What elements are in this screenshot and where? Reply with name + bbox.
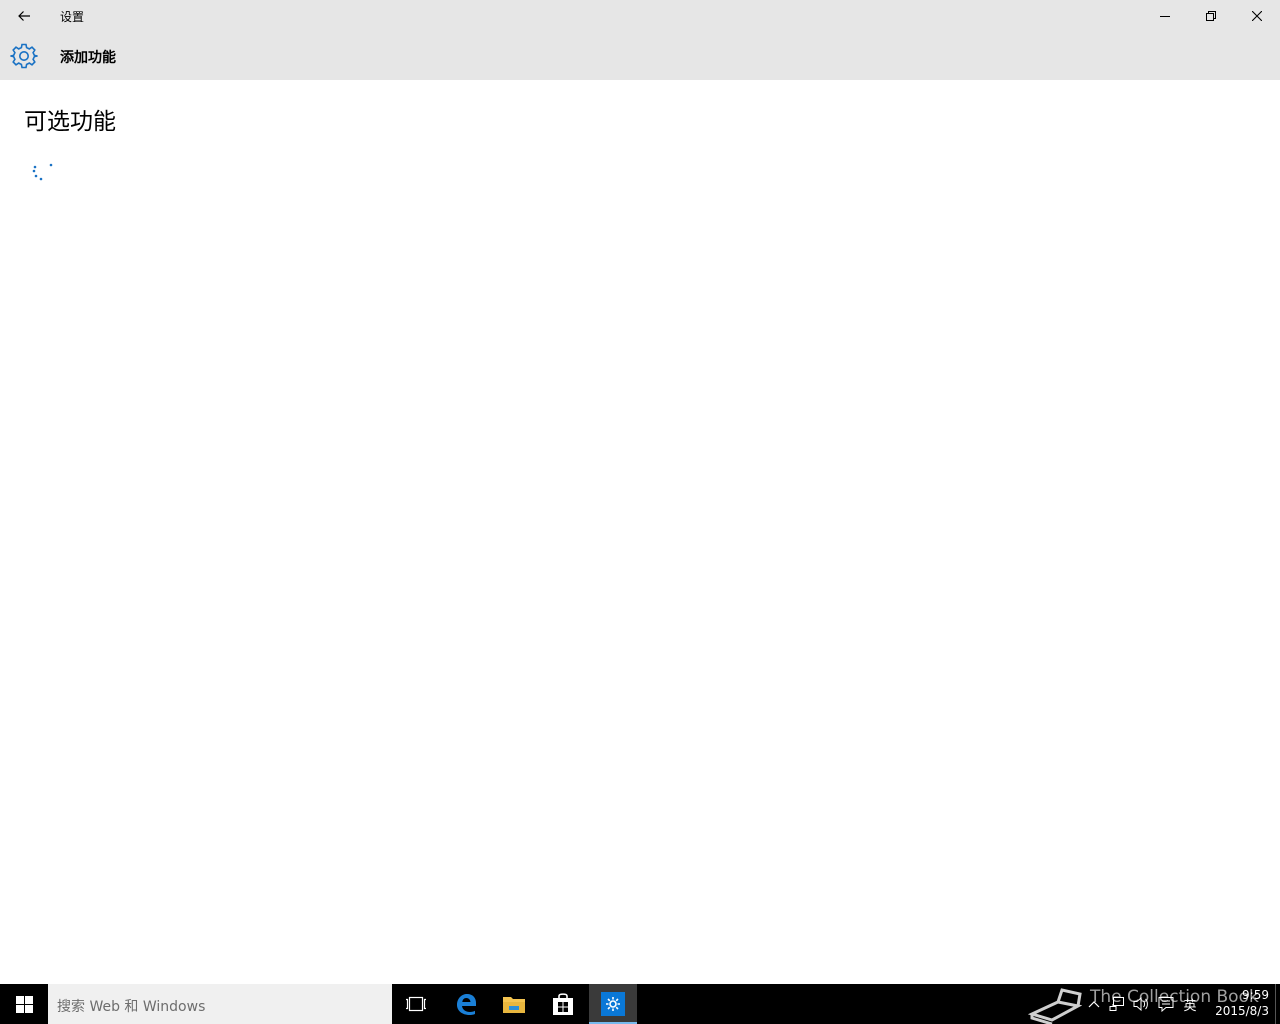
back-arrow-icon [18,11,30,21]
edge-icon [457,994,476,1015]
clock-time: 9:59 [1242,988,1269,1002]
gear-icon [10,43,38,69]
restore-icon [1206,11,1216,21]
close-icon [1252,11,1262,21]
close-button[interactable] [1234,0,1280,32]
minimize-icon [1160,16,1170,17]
window-title: 设置 [60,10,85,24]
search-placeholder: 搜索 Web 和 Windows [57,999,206,1015]
minimize-button[interactable] [1142,0,1188,32]
task-view-icon [406,996,426,1012]
store-icon [553,993,573,1015]
network-icon [1109,997,1124,1011]
task-view-button[interactable] [392,984,440,1024]
loading-spinner-icon [32,163,53,181]
book-logo-icon [1028,988,1082,1024]
action-center-button[interactable] [1155,984,1177,1024]
clock-date: 2015/8/3 [1215,1004,1269,1018]
start-button[interactable] [0,984,48,1024]
settings-header: 添加功能 [0,32,1280,80]
settings-taskbar-button[interactable] [589,984,637,1024]
restore-button[interactable] [1188,0,1234,32]
input-method-indicator[interactable]: 英 [1180,984,1200,1024]
windows-logo-icon [15,995,33,1013]
edge-button[interactable] [442,984,490,1024]
store-button[interactable] [539,984,587,1024]
taskbar: 搜索 Web 和 Windows The Collection Book 英 9… [0,984,1280,1024]
action-center-icon [1158,997,1174,1012]
show-desktop-button[interactable] [1275,984,1280,1024]
volume-icon [1133,996,1148,1012]
search-box[interactable]: 搜索 Web 和 Windows [48,984,392,1024]
settings-icon [601,992,625,1016]
clock[interactable]: 9:59 2015/8/3 [1203,987,1269,1019]
page-title: 可选功能 [24,109,116,135]
header-title: 添加功能 [60,50,116,66]
back-button[interactable] [0,0,48,32]
file-explorer-button[interactable] [490,984,538,1024]
title-bar: 设置 [0,0,1280,32]
network-button[interactable] [1106,984,1128,1024]
file-explorer-icon [503,997,525,1013]
volume-button[interactable] [1130,984,1152,1024]
chevron-up-icon [1088,1001,1100,1008]
main-content: 可选功能 [0,80,1280,984]
show-hidden-icons-button[interactable] [1084,984,1104,1024]
